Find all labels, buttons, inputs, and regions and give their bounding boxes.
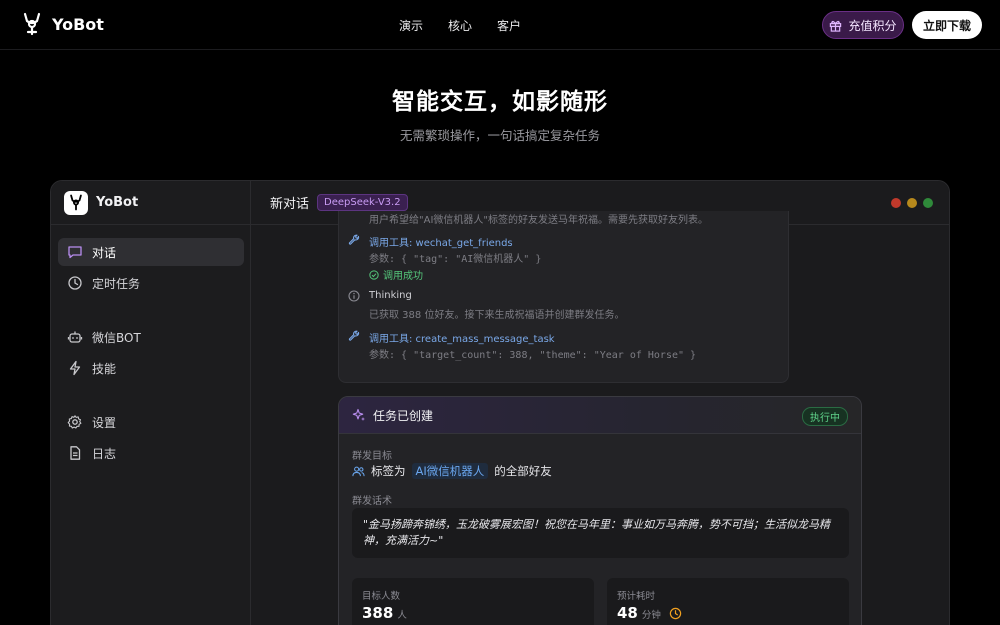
target-description: 标签为 AI微信机器人 的全部好友 <box>352 463 552 479</box>
tool-log: 用户希望给"AI微信机器人"标签的好友发送马年祝福。需要先获取好友列表。 调用工… <box>338 211 789 383</box>
clock-icon <box>669 607 682 619</box>
recharge-label: 充值积分 <box>848 18 897 33</box>
hero-title: 智能交互，如影随形 <box>392 89 608 115</box>
sidebar-item-label: 设置 <box>92 415 117 430</box>
robot-icon <box>67 331 83 343</box>
script-text: "金马扬蹄奔锦绣，玉龙破雾展宏图！祝您在马年里：事业如万马奔腾，势不可挡；生活似… <box>352 508 849 558</box>
chat-panel: 新对话 DeepSeek-V3.2 用户希望给"AI微信机器人"标签的好友发送马… <box>251 181 949 625</box>
log-reasoning-text: 用户希望给"AI微信机器人"标签的好友发送马年祝福。需要先获取好友列表。 <box>369 215 708 226</box>
sidebar: YoBot 对话 定时任务 微信BOT 技能 设置 日志 <box>51 181 251 625</box>
nav-links: 演示 核心 客户 <box>399 17 521 34</box>
sidebar-item-label: 对话 <box>92 245 117 260</box>
hero-subtitle: 无需繁琐操作，一句话搞定复杂任务 <box>399 128 600 143</box>
sidebar-item-label: 技能 <box>92 361 117 376</box>
target-prefix: 标签为 <box>371 464 406 478</box>
sidebar-item-chat[interactable]: 对话 <box>58 238 244 266</box>
task-card-header: 任务已创建 执行中 <box>339 397 861 434</box>
gift-icon <box>830 20 842 32</box>
wrench-icon <box>348 234 360 245</box>
download-button[interactable]: 立即下载 <box>912 11 982 39</box>
chat-icon <box>68 246 82 259</box>
lightning-icon <box>69 360 81 376</box>
log-params-2: 参数: { "target_count": 388, "theme": "Yea… <box>369 350 697 361</box>
log-success: 调用成功 <box>369 267 423 282</box>
log-tool-call-2: 调用工具: create_mass_message_task <box>369 334 555 345</box>
gear-icon <box>67 415 82 429</box>
sidebar-header: YoBot <box>51 181 250 225</box>
status-badge: 执行中 <box>802 407 848 426</box>
target-suffix: 的全部好友 <box>494 464 552 478</box>
sidebar-item-label: 日志 <box>92 446 117 461</box>
log-success-label: 调用成功 <box>383 271 423 282</box>
clock-icon <box>68 276 82 290</box>
stat-label: 预计耗时 <box>617 591 656 602</box>
sidebar-item-label: 定时任务 <box>92 276 141 291</box>
document-icon <box>70 446 81 460</box>
window-maximize-dot[interactable] <box>923 198 933 208</box>
log-thinking-label: Thinking <box>369 290 412 301</box>
top-nav: YoBot 演示 核心 客户 充值积分 立即下载 <box>0 0 1000 50</box>
stat-value: 388 <box>362 604 394 622</box>
nav-link-demo[interactable]: 演示 <box>399 17 423 34</box>
sidebar-item-settings[interactable]: 设置 <box>58 408 244 436</box>
stat-unit: 人 <box>397 610 407 621</box>
sidebar-item-label: 微信BOT <box>92 330 141 345</box>
target-tag: AI微信机器人 <box>411 463 489 479</box>
sparkles-icon <box>352 408 365 421</box>
model-badge[interactable]: DeepSeek-V3.2 <box>317 194 408 211</box>
window-controls <box>891 198 933 208</box>
sidebar-item-wechat-bot[interactable]: 微信BOT <box>58 323 244 351</box>
stat-target-count: 目标人数 388 人 <box>352 578 594 625</box>
app-window: YoBot 对话 定时任务 微信BOT 技能 设置 日志 新对话 DeepSee… <box>50 180 950 625</box>
stat-unit: 分钟 <box>641 610 661 621</box>
stat-value-row: 48 分钟 <box>617 604 682 622</box>
recharge-button[interactable]: 充值积分 <box>822 11 904 39</box>
wrench-icon <box>348 330 360 341</box>
stat-value-row: 388 人 <box>362 604 407 622</box>
check-circle-icon <box>369 269 379 280</box>
sidebar-item-skills[interactable]: 技能 <box>58 354 244 382</box>
sidebar-title: YoBot <box>96 195 139 210</box>
task-card: 任务已创建 执行中 群发目标 标签为 AI微信机器人 的全部好友 群发话术 "金… <box>338 396 862 625</box>
nav-link-core[interactable]: 核心 <box>448 17 472 34</box>
log-params-1: 参数: { "tag": "AI微信机器人" } <box>369 254 542 265</box>
script-label: 群发话术 <box>352 496 392 507</box>
stat-label: 目标人数 <box>362 591 401 602</box>
brand[interactable]: YoBot <box>22 12 104 36</box>
task-title: 任务已创建 <box>373 408 434 423</box>
yobot-logo-icon <box>23 12 41 36</box>
sidebar-item-logs[interactable]: 日志 <box>58 439 244 467</box>
nav-link-customers[interactable]: 客户 <box>497 17 521 34</box>
brand-name: YoBot <box>52 14 104 34</box>
log-thinking-text: 已获取 388 位好友。接下来生成祝福语并创建群发任务。 <box>369 310 625 321</box>
stat-estimated-time: 预计耗时 48 分钟 <box>607 578 849 625</box>
info-icon <box>348 290 360 302</box>
users-icon <box>352 466 365 476</box>
sidebar-item-scheduled-tasks[interactable]: 定时任务 <box>58 269 244 297</box>
window-minimize-dot[interactable] <box>907 198 917 208</box>
window-close-dot[interactable] <box>891 198 901 208</box>
log-tool-call-1: 调用工具: wechat_get_friends <box>369 238 513 249</box>
stat-value: 48 <box>617 604 638 622</box>
target-label: 群发目标 <box>352 451 392 462</box>
sidebar-logo-icon <box>64 190 88 215</box>
chat-title: 新对话 <box>270 197 310 212</box>
